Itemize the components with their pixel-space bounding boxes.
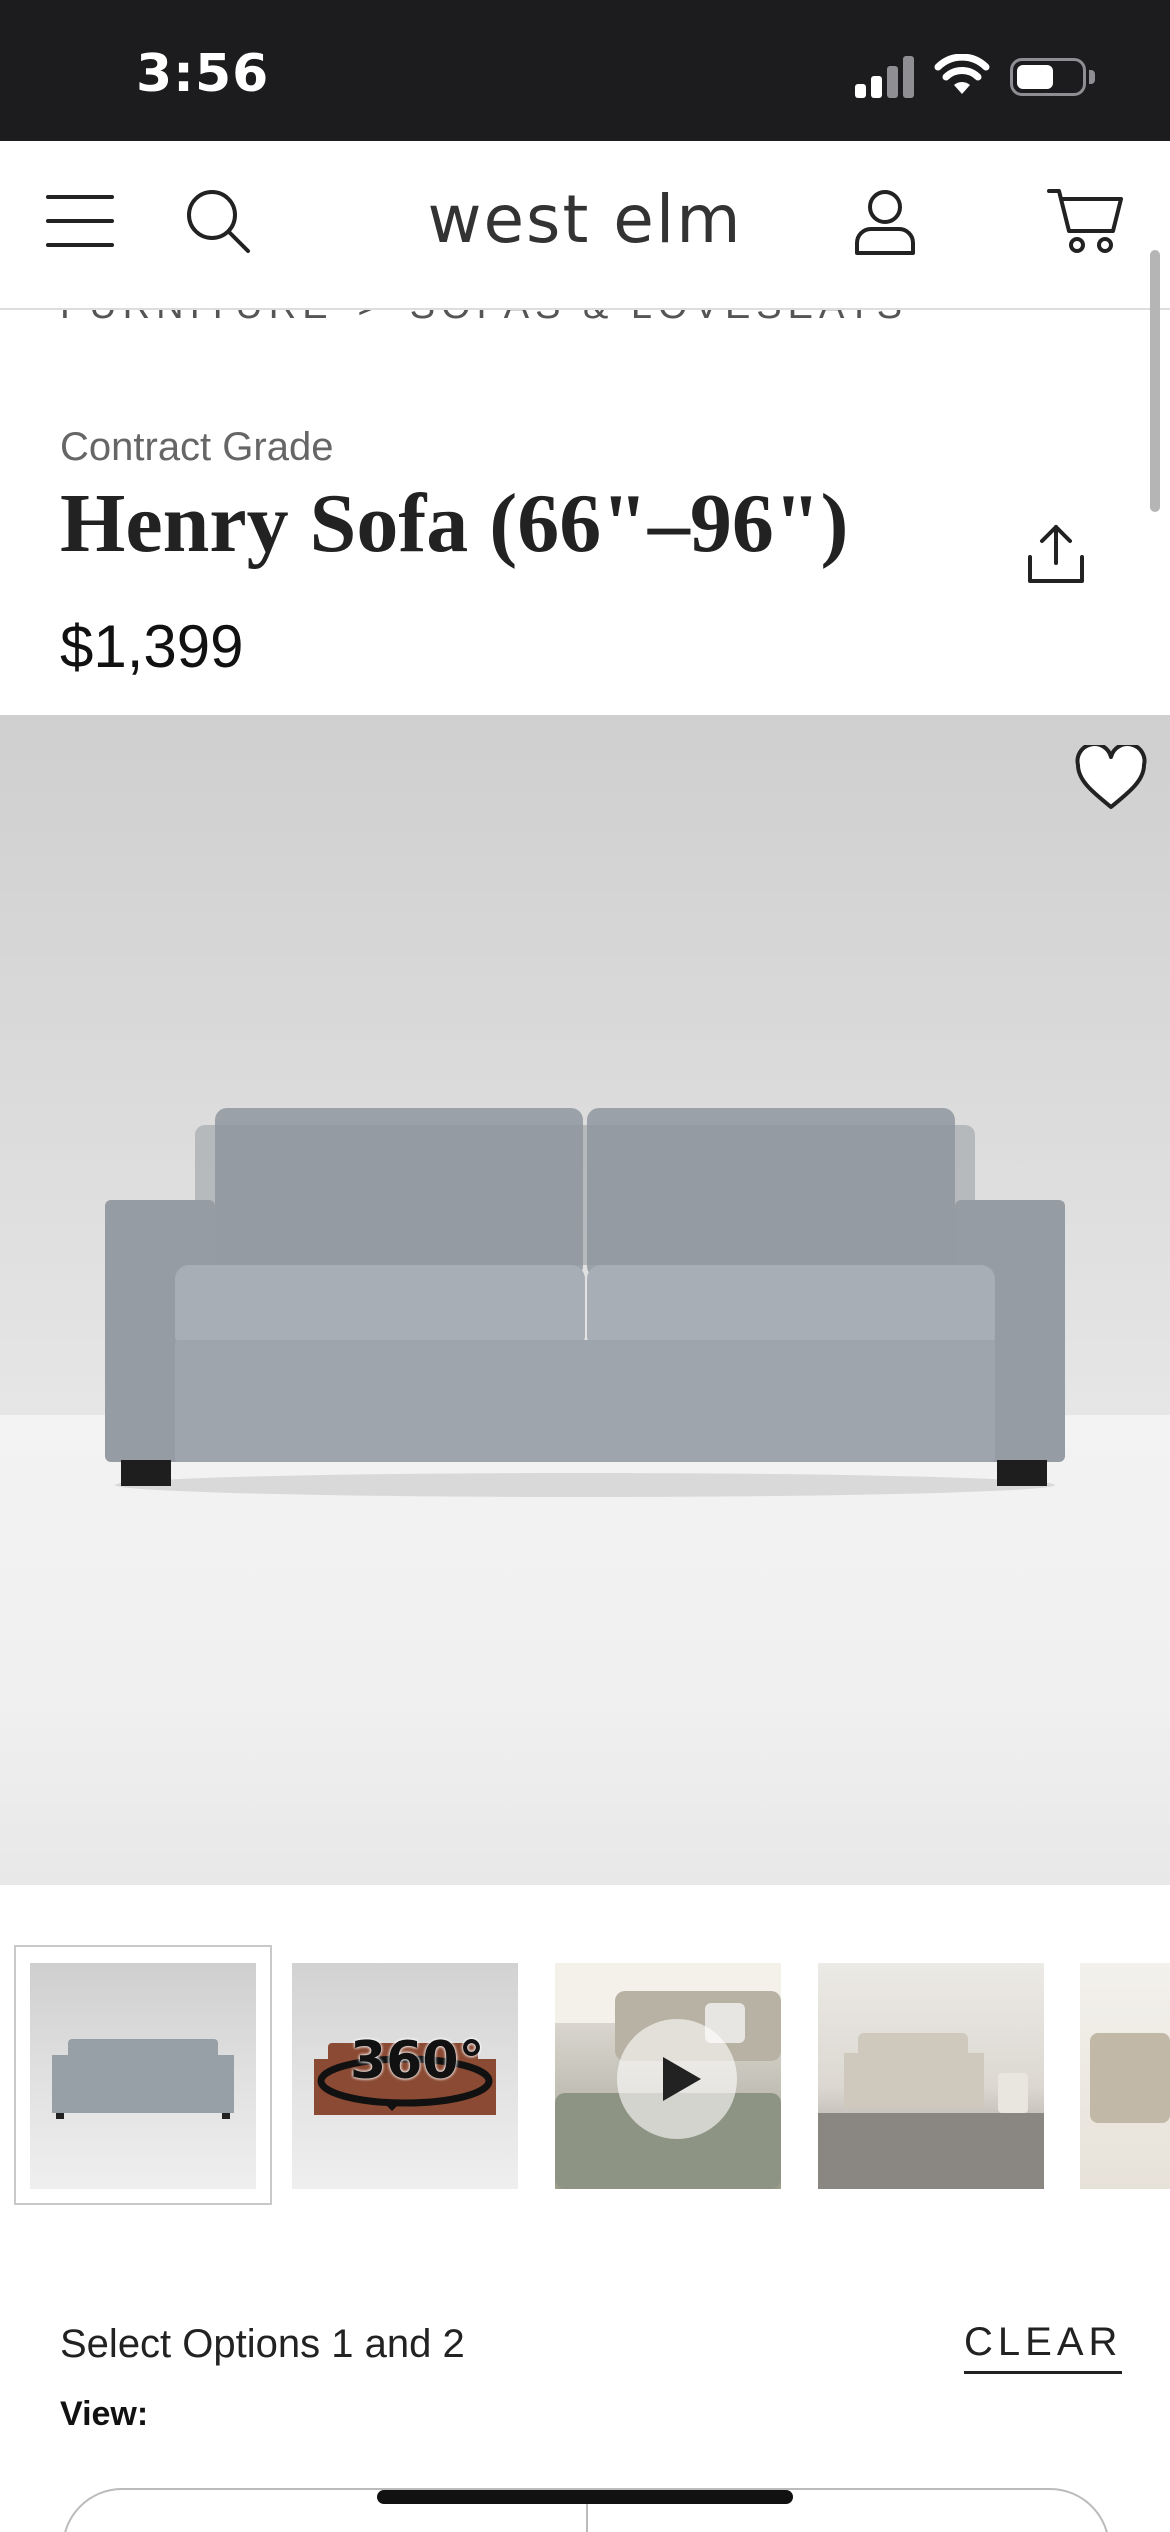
status-time: 3:56 [136,44,270,104]
view-label: View: [60,2395,149,2433]
product-collection: Contract Grade [60,425,334,469]
page-scrollbar[interactable] [1150,250,1160,512]
thumbnail-video[interactable] [555,1963,781,2189]
product-price: $1,399 [60,613,244,680]
clear-options-button[interactable]: CLEAR [964,2320,1123,2374]
badge-360: 360° [350,2031,485,2091]
home-indicator[interactable] [377,2490,793,2504]
image-thumbnails: 360° [0,1945,1170,2205]
cart-icon[interactable] [1045,181,1125,261]
thumbnail-side-view[interactable] [1080,1963,1170,2189]
status-bar: 3:56 [0,0,1170,141]
thumbnail-front-view[interactable] [30,1963,256,2189]
product-title: Henry Sofa (66"–96") [60,477,849,570]
share-icon [1028,525,1084,583]
wifi-icon [934,54,990,94]
brand-logo[interactable]: west elm [0,181,1170,258]
account-icon[interactable] [845,181,925,261]
options-heading: Select Options 1 and 2 [60,2322,465,2366]
sofa-image [105,1108,1065,1497]
share-button[interactable] [1020,518,1092,590]
play-icon [617,2019,737,2139]
site-header: west elm [0,141,1170,310]
favorite-button[interactable] [1068,738,1154,818]
battery-icon [1010,58,1086,96]
signal-icon [855,56,915,98]
thumbnail-360-view[interactable]: 360° [292,1963,518,2189]
thumbnail-room-view[interactable] [818,1963,1044,2189]
heart-icon [1075,745,1147,809]
